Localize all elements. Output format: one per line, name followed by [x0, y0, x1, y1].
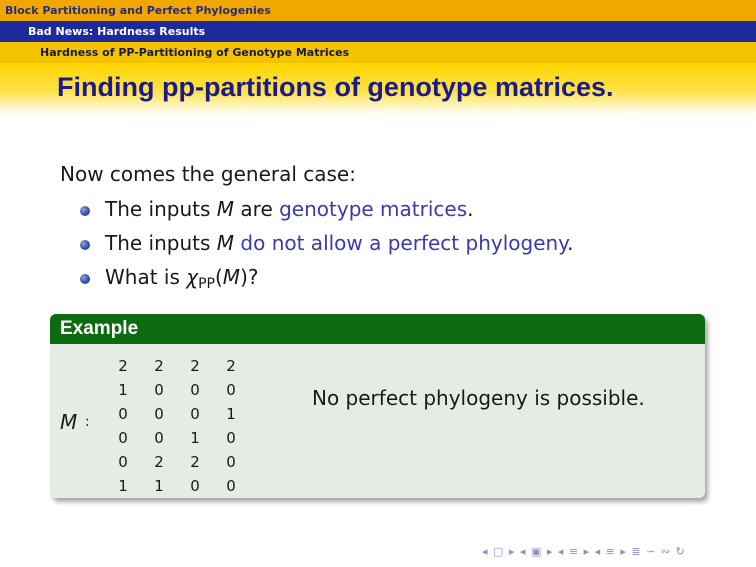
matrix-cell: 0 [154, 429, 164, 447]
matrix-cell: 0 [118, 453, 128, 471]
bullet-item-3: What is χPP(M)? [80, 265, 574, 299]
matrix-row: 1 1 0 0 [105, 474, 249, 498]
math-chi: χ [186, 265, 199, 289]
matrix-cell: 2 [154, 357, 164, 375]
matrix-cell: 2 [118, 357, 128, 375]
math-variable: M [216, 231, 235, 255]
bullet-item-2: The inputs M do not allow a perfect phyl… [80, 231, 574, 265]
matrix-row: 0 0 0 1 [105, 402, 249, 426]
matrix-label: M [60, 410, 78, 434]
matrix-row: 0 2 2 0 [105, 450, 249, 474]
matrix-cell: 1 [118, 381, 128, 399]
example-block: Example M : 2 2 2 2 1 0 0 0 0 0 0 1 0 0 1 0 0 2 2 0 1 1 0 0 No … [50, 314, 705, 498]
matrix-cell: 2 [190, 453, 200, 471]
math-paren: ( [214, 265, 223, 289]
bullet-icon [80, 240, 90, 250]
header-subsubsection-bar[interactable]: Hardness of PP-Partitioning of Genotype … [0, 42, 756, 63]
matrix-cell: 2 [190, 357, 200, 375]
bullet-item-1: The inputs M are genotype matrices. [80, 197, 574, 231]
matrix-cell: 0 [118, 429, 128, 447]
header-subsection-bar[interactable]: Bad News: Hardness Results [0, 21, 756, 42]
matrix-cell: 0 [154, 381, 164, 399]
bullet-text: . [467, 197, 474, 221]
matrix-row: 2 2 2 2 [105, 354, 249, 378]
header-section-bar[interactable]: Block Partitioning and Perfect Phylogeni… [0, 0, 756, 21]
bullet-icon [80, 206, 90, 216]
frame-title: Finding pp-partitions of genotype matric… [57, 72, 614, 102]
math-variable: M [222, 265, 241, 289]
matrix-cell: 0 [226, 429, 236, 447]
header-subsection-label: Bad News: Hardness Results [28, 25, 206, 38]
bullet-text: The inputs [105, 231, 217, 255]
matrix-cell: 2 [226, 357, 236, 375]
bullet-icon [80, 274, 90, 284]
intro-text: Now comes the general case: [60, 162, 356, 186]
matrix-cell: 0 [226, 453, 236, 471]
matrix-cell: 2 [154, 453, 164, 471]
matrix-cell: 0 [190, 381, 200, 399]
matrix-colon: : [85, 414, 90, 430]
matrix-row: 1 0 0 0 [105, 378, 249, 402]
bullet-text: are [234, 197, 280, 221]
matrix-cell: 0 [226, 477, 236, 495]
matrix-cell: 1 [190, 429, 200, 447]
bullet-text: What is [105, 265, 187, 289]
bullet-text: The inputs [105, 197, 217, 221]
genotype-matrix: 2 2 2 2 1 0 0 0 0 0 0 1 0 0 1 0 0 2 2 0 1 1 0 0 [105, 354, 249, 498]
navigation-controls[interactable]: ◂ ▢ ▸ ◂ ▣ ▸ ◂ ≡ ▸ ◂ ≡ ▸ ≣ ∽ ∾ ↻ [482, 545, 686, 558]
highlight-text: genotype matrices [279, 197, 468, 221]
bullet-list: The inputs M are genotype matrices. The … [80, 197, 574, 299]
matrix-cell: 0 [190, 405, 200, 423]
header-section-label: Block Partitioning and Perfect Phylogeni… [5, 4, 271, 17]
matrix-cell: 0 [190, 477, 200, 495]
matrix-cell: 1 [118, 477, 128, 495]
matrix-cell: 1 [226, 405, 236, 423]
header-subsubsection-label: Hardness of PP-Partitioning of Genotype … [40, 46, 350, 59]
math-subscript: PP [198, 276, 215, 292]
highlight-text: do not allow a perfect phylogeny [240, 231, 568, 255]
math-variable: M [216, 197, 235, 221]
example-text: No perfect phylogeny is possible. [312, 386, 645, 410]
example-block-title: Example [50, 314, 705, 344]
matrix-cell: 1 [154, 477, 164, 495]
matrix-cell: 0 [154, 405, 164, 423]
matrix-cell: 0 [226, 381, 236, 399]
matrix-cell: 0 [118, 405, 128, 423]
math-paren: )? [240, 265, 259, 289]
matrix-row: 0 0 1 0 [105, 426, 249, 450]
bullet-text: . [567, 231, 574, 255]
